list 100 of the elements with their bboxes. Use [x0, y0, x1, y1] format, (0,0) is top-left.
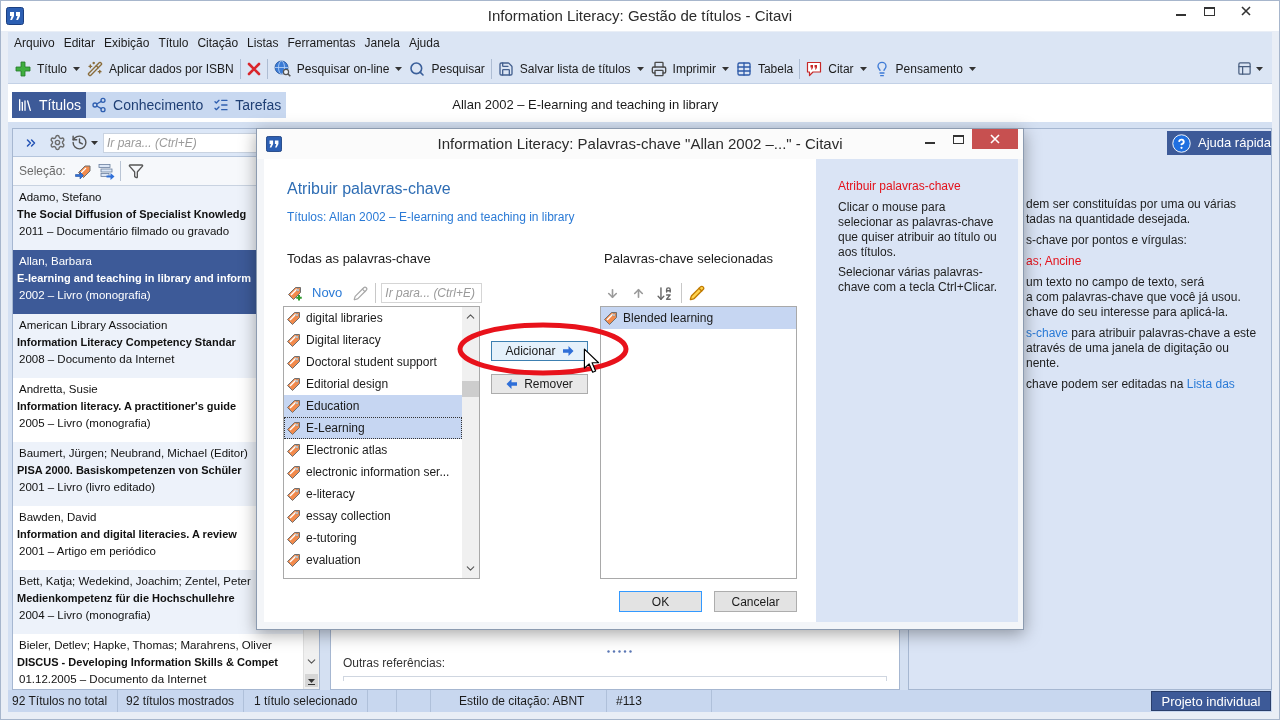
toolbar-button[interactable]: Salvar lista de títulos	[494, 56, 647, 81]
reference-title: Medienkompetenz für die Hochschullehre	[17, 591, 235, 606]
toolbar-button[interactable]: Pensamento	[870, 56, 979, 81]
scrollbar-thumb[interactable]	[462, 381, 479, 397]
minimize-icon	[925, 142, 935, 144]
settings-icon[interactable]	[49, 134, 66, 151]
field-label: Outras referências:	[343, 656, 447, 670]
history-icon	[71, 134, 88, 151]
tag-icon	[286, 310, 302, 326]
status-text: Estilo de citação: ABNT	[459, 693, 585, 710]
keyword-item[interactable]: Blended learning	[601, 307, 796, 329]
help-text: dem ser constituídas por uma ou várias tadas na quantidade desejada.	[1026, 197, 1238, 227]
help-text: Selecionar várias palavras-chave com a tecla Ctrl+Clicar.	[838, 265, 999, 295]
tag-icon	[286, 420, 302, 436]
books-icon	[17, 97, 33, 113]
dialog-title: Information Literacy: Palavras-chave "Allan 2002 –..." - Citavi	[437, 133, 843, 154]
reference-info: 2004 – Livro (monografia)	[19, 608, 151, 623]
help-link[interactable]: Lista das	[1186, 377, 1235, 391]
network-icon	[91, 97, 107, 113]
menu-item[interactable]: Janela	[364, 35, 400, 51]
close-icon	[990, 134, 1000, 144]
view-tab[interactable]: Tarefas	[208, 92, 287, 118]
toolbar-button[interactable]: Tabela	[732, 56, 797, 81]
tag-icon	[286, 376, 302, 392]
help-text: s-chave por pontos e vírgulas:	[1026, 233, 1188, 248]
scrollbar[interactable]	[462, 307, 479, 578]
dialog-button[interactable]: Cancelar	[714, 591, 797, 612]
record-title: Allan 2002 – E-learning and teaching in library	[452, 96, 719, 114]
reference-title: Information and digital literacies. A review	[17, 527, 237, 542]
pencil-icon[interactable]	[353, 285, 369, 301]
delete-icon	[246, 61, 261, 76]
splitter-grip-icon[interactable]	[607, 650, 633, 653]
help-heading: Atribuir palavras-chave	[838, 179, 961, 194]
toolbar-button[interactable]: Pesquisar on-line	[270, 56, 406, 81]
menu-item[interactable]: Listas	[247, 35, 279, 51]
pencil-icon[interactable]	[689, 285, 705, 301]
tag-plus-icon	[287, 285, 303, 301]
reference-authors: Adamo, Stefano	[19, 190, 102, 205]
keyword-item[interactable]: Education	[284, 395, 462, 417]
dialog-button[interactable]: OK	[619, 591, 702, 612]
transfer-button[interactable]: Adicionar	[491, 341, 588, 361]
search-field[interactable]: Ir para... (Ctrl+E)	[103, 132, 258, 153]
menu-item[interactable]: Citação	[197, 35, 239, 51]
status-text: 92 Títulos no total	[12, 693, 108, 710]
tag-icon	[286, 354, 302, 370]
menu-item[interactable]: Arquivo	[14, 35, 55, 51]
column-label: Palavras-chave selecionadas	[604, 250, 774, 268]
tag-icon	[286, 552, 302, 568]
reference-authors: Allan, Barbara	[19, 254, 92, 269]
printer-icon	[650, 60, 667, 77]
minimize-icon	[1176, 14, 1186, 16]
toolbar-button[interactable]: Título	[12, 56, 83, 81]
status-text: 92 títulos mostrados	[126, 693, 235, 710]
reference-info: 2005 – Livro (monografia)	[19, 416, 151, 431]
search-field[interactable]: Ir para... (Ctrl+E)	[381, 283, 483, 303]
reference-title: DISCUS - Developing Information Skills & Compet	[17, 655, 278, 670]
reference-title: E-learning and teaching in library and inform	[17, 271, 252, 286]
reference-title: The Social Diffusion of Specialist Knowledg	[17, 207, 247, 222]
menu-item[interactable]: Ajuda	[408, 35, 440, 51]
toolbar-button[interactable]: Aplicar dados por ISBN	[84, 56, 237, 81]
tag-arrow-icon	[74, 162, 92, 180]
history-button[interactable]	[71, 134, 98, 151]
list-arrow-icon	[97, 162, 115, 180]
move-up-icon[interactable]	[632, 286, 645, 300]
input-field[interactable]	[343, 676, 887, 681]
sort-icon[interactable]	[656, 284, 673, 302]
reference-authors: Bieler, Detlev; Hapke, Thomas; Marahrens, Oliver	[19, 638, 272, 653]
reference-authors: Bett, Katja; Wedekind, Joachim; Zentel, Peter	[19, 574, 251, 589]
help-link[interactable]: s-chave	[1026, 326, 1069, 340]
quote-bubble-icon	[806, 60, 823, 77]
toolbar-button[interactable]: Citar	[803, 56, 870, 81]
keyword-item[interactable]: E-Learning	[284, 417, 462, 439]
transfer-button[interactable]: Remover	[491, 374, 588, 394]
toolbar-button[interactable]: Imprimir	[647, 56, 732, 81]
project-button[interactable]: Projeto individual	[1151, 691, 1271, 711]
status-text: 1 título selecionado	[254, 693, 358, 710]
menu-item[interactable]: Editar	[63, 35, 96, 51]
tag-icon	[286, 332, 302, 348]
tag-icon	[286, 486, 302, 502]
tag-icon	[286, 464, 302, 480]
toolbar-button[interactable]: Pesquisar	[406, 56, 488, 81]
help-text: chave podem ser editadas na Lista das	[1026, 377, 1236, 392]
reference-info: 2001 – Livro (livro editado)	[19, 480, 156, 495]
search-icon	[409, 60, 426, 77]
caret-icon	[1256, 66, 1263, 71]
move-down-icon[interactable]	[606, 286, 619, 300]
plus-icon	[15, 60, 31, 77]
menu-item[interactable]: Ferramentas	[287, 35, 356, 51]
arrow-right-icon	[562, 346, 574, 356]
filter-icon[interactable]	[127, 163, 144, 179]
reference-title: Information literacy. A practitioner's guide	[17, 399, 237, 414]
view-tab[interactable]: Conhecimento	[86, 92, 209, 118]
view-tab[interactable]: Títulos	[12, 92, 86, 118]
arrow-left-icon	[506, 379, 518, 389]
menu-item[interactable]: Exibição	[104, 35, 150, 51]
tag-icon	[286, 508, 302, 524]
menu-item[interactable]: Título	[158, 35, 189, 51]
quick-help-button[interactable]: Ajuda rápida	[1167, 131, 1271, 155]
checklist-icon	[213, 97, 230, 113]
selection-label: Seleção:	[19, 163, 66, 180]
